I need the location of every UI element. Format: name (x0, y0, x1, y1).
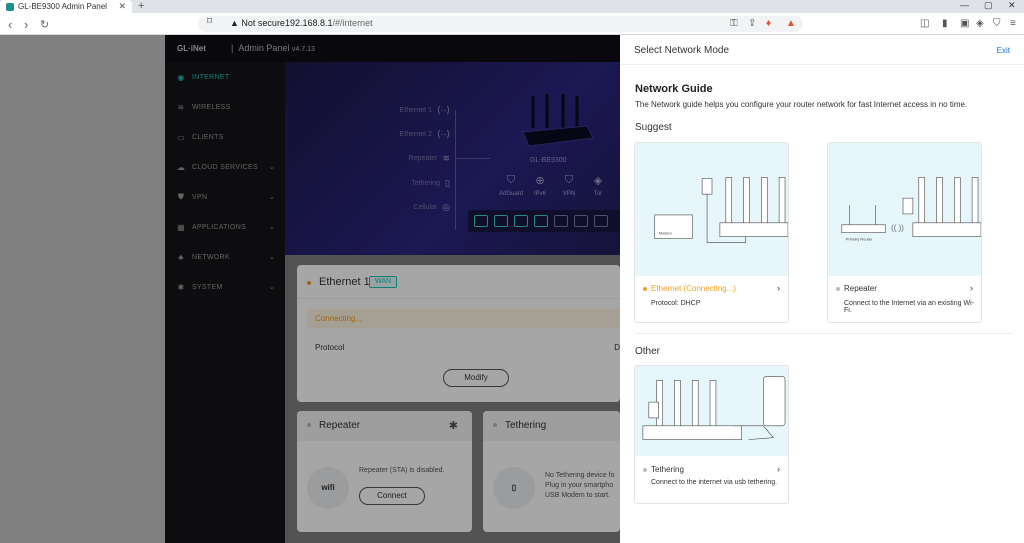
option-label: Repeater (844, 284, 877, 293)
suggest-heading: Suggest (635, 122, 672, 133)
minimize-icon[interactable]: — (960, 0, 969, 10)
primary-router-label: Primary Router (846, 237, 873, 242)
back-icon[interactable]: ‹ (8, 17, 12, 32)
status-dot (643, 287, 647, 291)
brave-shield-icon[interactable]: ♦ (766, 18, 771, 29)
favicon-icon (6, 2, 14, 11)
omnibox[interactable]: ▲ Not secure 192.168.8.1/#/internet (198, 16, 803, 32)
forward-icon[interactable]: › (24, 17, 28, 32)
browser-tab[interactable]: GL-BE9300 Admin Panel ✕ (0, 0, 132, 13)
key-icon[interactable]: ⚿ (730, 18, 738, 29)
option-subtitle: Connect to the Internet via an existing … (844, 300, 974, 314)
ethernet-illustration: Modem (635, 143, 788, 276)
option-repeater[interactable]: Primary Router (( )) Repeater › Connect … (827, 142, 982, 323)
drawer-header: Select Network Mode Exit (620, 35, 1024, 65)
tab-strip: GL-BE9300 Admin Panel ✕ + — ▢ ✕ (0, 0, 1024, 13)
guide-title: Network Guide (635, 83, 713, 95)
network-mode-drawer: Select Network Mode Exit Network Guide T… (620, 35, 1024, 543)
repeater-illustration: Primary Router (( )) (828, 143, 981, 276)
maximize-icon[interactable]: ▢ (984, 0, 993, 11)
chevron-right-icon: › (777, 283, 780, 293)
brave-rewards-icon[interactable]: ▲ (786, 18, 796, 29)
tethering-illustration (635, 366, 788, 456)
option-label: Tethering (651, 465, 684, 474)
sidebar-toggle-icon[interactable]: ◫ (920, 18, 929, 29)
menu-icon[interactable]: ≡ (1010, 18, 1016, 29)
exit-link[interactable]: Exit (997, 46, 1010, 55)
vpn-icon[interactable]: ⛉ (993, 18, 1001, 29)
drawer-title: Select Network Mode (634, 45, 730, 56)
tab-title: GL-BE9300 Admin Panel (18, 2, 107, 11)
overlay-shade[interactable] (165, 35, 620, 543)
svg-text:(( )): (( )) (891, 224, 904, 233)
address-bar-row: ‹ › ↻ ▲ Not secure 192.168.8.1/#/interne… (0, 13, 1024, 35)
new-tab-icon[interactable]: + (138, 0, 144, 12)
close-window-icon[interactable]: ✕ (1008, 0, 1016, 11)
not-secure-warning[interactable]: ▲ Not secure (230, 18, 285, 28)
other-heading: Other (635, 346, 661, 357)
url-text[interactable]: 192.168.8.1/#/internet (285, 18, 373, 28)
chevron-right-icon: › (970, 283, 973, 293)
close-tab-icon[interactable]: ✕ (118, 1, 126, 12)
status-dot (643, 468, 647, 472)
bookmark-icon[interactable]: ⌑ (207, 16, 212, 27)
option-label: Ethernet (Connecting...) (651, 284, 736, 293)
divider (635, 333, 1013, 334)
option-subtitle: Protocol: DHCP (651, 300, 701, 307)
option-ethernet[interactable]: Modem Ethernet (Connecting...) › Protoco… (634, 142, 789, 323)
option-subtitle: Connect to the internet via usb tetherin… (651, 479, 778, 486)
reload-icon[interactable]: ↻ (40, 18, 49, 31)
reading-list-icon[interactable]: ▮ (942, 18, 948, 29)
extensions-icon[interactable]: ▣ (960, 18, 969, 29)
chevron-right-icon: › (777, 464, 780, 474)
guide-description: The Network guide helps you configure yo… (635, 100, 968, 109)
wallet-icon[interactable]: ◈ (976, 18, 984, 29)
share-icon[interactable]: ⇪ (748, 18, 756, 29)
status-dot (836, 287, 840, 291)
modem-label: Modem (659, 231, 673, 236)
option-tethering[interactable]: Tethering › Connect to the internet via … (634, 365, 789, 504)
